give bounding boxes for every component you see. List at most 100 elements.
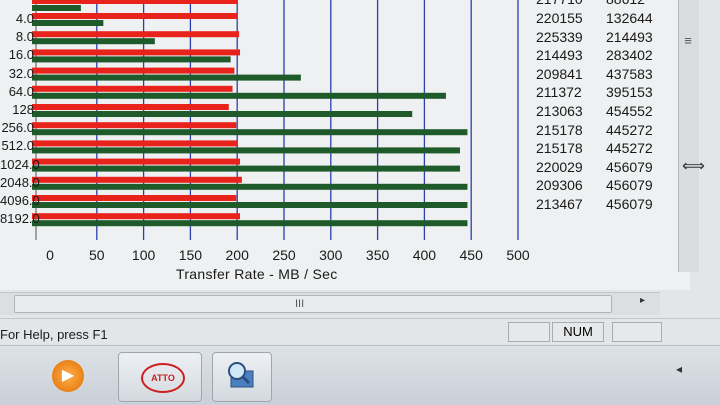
write-bar — [32, 49, 241, 56]
read-bar — [32, 183, 468, 190]
read-speed-cell: 456079 — [606, 158, 653, 175]
scroll-grip-icon: III — [295, 298, 305, 310]
x-tick-label: 50 — [89, 247, 105, 263]
y-tick-label: 32.0 — [8, 65, 34, 81]
write-bar — [32, 158, 241, 165]
read-speed-cell: 437583 — [606, 65, 653, 82]
x-tick-label: 400 — [412, 247, 437, 263]
read-speed-cell: 395153 — [606, 84, 653, 101]
x-tick-label: 300 — [319, 247, 343, 263]
y-tick-label: 1024.0 — [0, 156, 40, 172]
y-tick-label: 64.0 — [8, 83, 34, 99]
write-speed-cell: 225339 — [536, 28, 583, 45]
write-bar — [32, 31, 240, 38]
write-speed-cell: 217710 — [536, 0, 583, 7]
x-tick-label: 450 — [459, 247, 483, 263]
write-speed-cell: 209841 — [536, 65, 583, 82]
y-tick-label: 16.0 — [8, 47, 34, 63]
status-num-panel: NUM — [552, 322, 604, 342]
table-row: 220029 456079 — [528, 159, 673, 179]
write-speed-cell: 215178 — [536, 121, 583, 138]
results-table: 2177108861222015513264422533921449321449… — [528, 0, 678, 240]
app-window: 4.0 8.0 16.0 32.0 64.0 128 256.0 512.0 1024.0 204… — [0, 0, 720, 345]
read-speed-cell: 132644 — [606, 10, 653, 26]
table-row: 213063 454552 — [528, 103, 673, 123]
y-tick-label: 8192.0 — [0, 211, 40, 227]
table-row: 213467 456079 — [528, 196, 673, 216]
write-bar — [32, 195, 237, 201]
read-speed-cell: 214493 — [606, 28, 653, 45]
read-bar — [32, 147, 460, 154]
taskbar: ▶ ATTO ◂ — [0, 345, 720, 405]
resize-cursor-icon: ⟺ — [682, 158, 705, 175]
write-speed-cell: 220155 — [536, 10, 583, 26]
table-row: 215178 445272 — [528, 140, 673, 160]
write-bar — [32, 13, 238, 19]
read-bar — [32, 220, 468, 227]
read-bar — [32, 5, 81, 11]
read-speed-cell: 454552 — [606, 103, 653, 119]
read-speed-cell: 445272 — [606, 121, 653, 138]
vertical-scrollbar[interactable]: ≡ — [678, 0, 699, 272]
taskbar-atto-button[interactable]: ATTO — [118, 352, 202, 402]
scroll-right-arrow-icon[interactable]: ▸ — [640, 295, 645, 306]
y-tick-label: 512.0 — [1, 138, 34, 154]
x-tick-label: 500 — [506, 247, 530, 263]
read-bar — [32, 129, 468, 136]
write-bar — [32, 85, 233, 92]
read-speed-cell: 456079 — [606, 196, 653, 212]
read-bar — [32, 92, 446, 99]
write-bar — [32, 213, 241, 220]
y-tick-label: 128 — [12, 102, 34, 117]
table-row: 209841 437583 — [528, 66, 673, 86]
write-speed-cell: 220029 — [536, 158, 583, 175]
read-bar — [32, 56, 231, 63]
write-bar — [32, 176, 242, 183]
y-tick-label: 4.0 — [15, 11, 34, 26]
horizontal-scroll-thumb[interactable]: III — [14, 295, 612, 313]
x-tick-label: 0 — [46, 247, 54, 263]
status-bar: For Help, press F1 NUM — [0, 318, 720, 345]
horizontal-scrollbar[interactable]: III ▸ — [0, 292, 660, 315]
tray-expand-icon[interactable]: ◂ — [676, 362, 682, 376]
read-bar — [32, 38, 155, 45]
table-row: 220155 132644 — [528, 10, 673, 30]
write-bar — [32, 0, 238, 4]
media-player-icon: ▶ — [52, 360, 84, 392]
read-speed-cell: 283402 — [606, 47, 653, 64]
x-tick-label: 250 — [272, 247, 296, 263]
y-tick-label: 8.0 — [15, 29, 34, 45]
read-bar — [32, 165, 460, 172]
table-row: 214493 283402 — [528, 47, 673, 67]
write-bar — [32, 67, 235, 74]
read-bar — [32, 74, 301, 81]
write-bar — [32, 122, 237, 129]
x-tick-label: 150 — [178, 247, 203, 263]
y-tick-label: 2048.0 — [0, 174, 40, 190]
write-bar — [32, 140, 238, 147]
table-row: 211372 395153 — [528, 84, 673, 104]
write-speed-cell: 213467 — [536, 196, 583, 212]
vertical-scroll-grip-icon[interactable]: ≡ — [681, 30, 695, 52]
write-speed-cell: 213063 — [536, 103, 583, 119]
x-tick-label: 100 — [131, 247, 156, 263]
num-lock-indicator: NUM — [563, 324, 593, 339]
read-speed-cell: 456079 — [606, 177, 653, 194]
explorer-icon — [228, 362, 254, 388]
write-speed-cell: 215178 — [536, 140, 583, 157]
y-tick-label: 256.0 — [1, 120, 34, 136]
status-panel-empty — [612, 322, 662, 342]
table-row: 209306 456079 — [528, 177, 673, 197]
x-tick-label: 350 — [365, 247, 390, 263]
x-axis-label: Transfer Rate - MB / Sec — [176, 266, 338, 282]
table-row: 215178 445272 — [528, 122, 673, 142]
read-speed-cell: 88612 — [606, 0, 645, 7]
status-panel-empty — [508, 322, 550, 342]
read-bar — [32, 111, 413, 117]
taskbar-explorer-button[interactable] — [212, 352, 272, 402]
atto-app-icon: ATTO — [141, 363, 185, 393]
bar-chart — [32, 0, 519, 240]
y-tick-label: 4096.0 — [0, 193, 40, 208]
taskbar-media-player[interactable]: ▶ — [40, 352, 96, 400]
write-speed-cell: 214493 — [536, 47, 583, 64]
